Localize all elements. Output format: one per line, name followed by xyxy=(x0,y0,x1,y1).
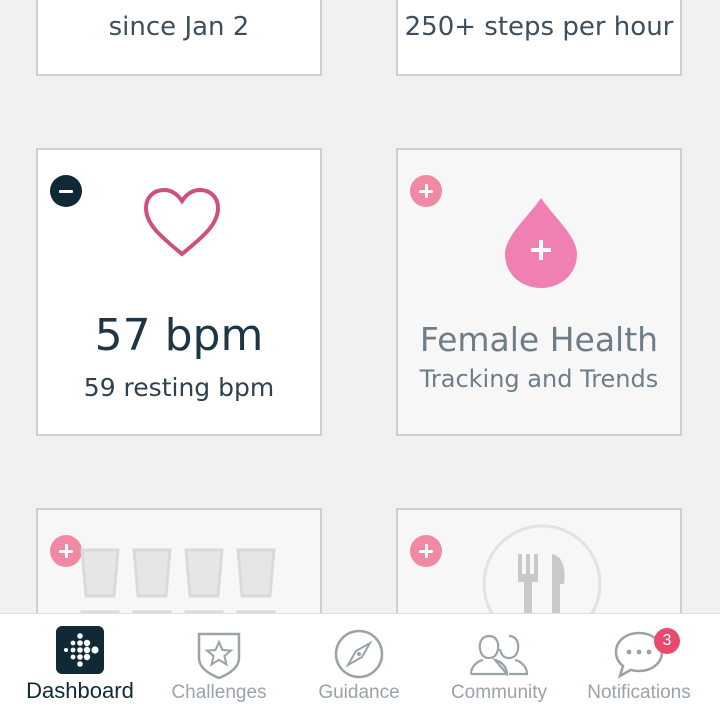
tab-dashboard[interactable]: Dashboard xyxy=(8,614,152,728)
heart-icon xyxy=(143,187,221,257)
tab-label: Notifications xyxy=(587,682,691,703)
droplet-plus-icon xyxy=(505,198,577,288)
tab-label: Dashboard xyxy=(26,678,134,703)
tab-community[interactable]: Community xyxy=(427,614,571,728)
heart-rate-value: 57 bpm xyxy=(94,310,264,361)
minus-icon xyxy=(59,189,73,193)
compass-icon xyxy=(334,629,384,679)
female-health-title: Female Health xyxy=(419,320,659,359)
people-icon xyxy=(469,634,529,676)
fitbit-logo-icon xyxy=(56,626,104,674)
hourly-text: 250+ steps per hour xyxy=(404,12,674,42)
tab-label: Community xyxy=(450,682,548,703)
tab-guidance[interactable]: Guidance xyxy=(287,614,431,728)
female-health-subtitle: Tracking and Trends xyxy=(419,365,659,393)
bottom-tab-bar: Dashboard Challenges Guidance Community xyxy=(0,613,720,728)
remove-tile-button[interactable] xyxy=(50,175,82,207)
hourly-activity-tile[interactable]: 250+ steps per hour xyxy=(396,0,682,76)
tab-label: Guidance xyxy=(318,682,400,703)
notification-count-badge: 3 xyxy=(654,628,680,654)
resting-heart-rate: 59 resting bpm xyxy=(83,373,275,402)
star-badge-icon xyxy=(197,632,241,680)
tab-notifications[interactable]: 3 Notifications xyxy=(567,614,711,728)
heart-rate-tile[interactable]: 57 bpm 59 resting bpm xyxy=(36,148,322,436)
add-tile-button[interactable] xyxy=(410,535,442,567)
streak-text: since Jan 2 xyxy=(108,12,250,42)
add-tile-button[interactable] xyxy=(410,175,442,207)
tab-challenges[interactable]: Challenges xyxy=(147,614,291,728)
female-health-tile[interactable]: Female Health Tracking and Trends xyxy=(396,148,682,436)
tab-label: Challenges xyxy=(171,682,267,703)
streak-tile[interactable]: since Jan 2 xyxy=(36,0,322,76)
